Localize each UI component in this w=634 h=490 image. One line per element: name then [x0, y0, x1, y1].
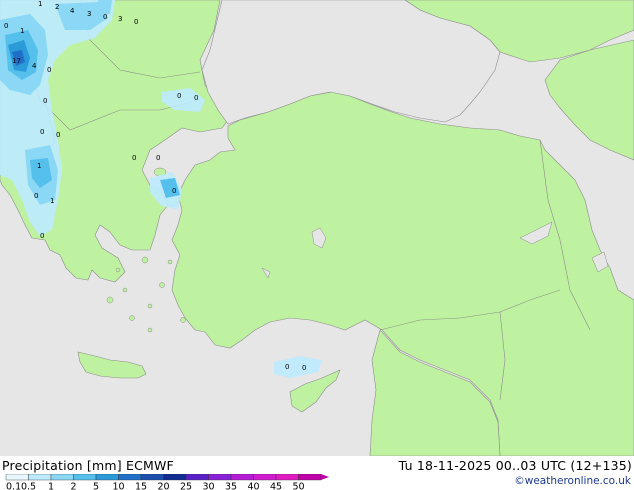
colorbar-swatch	[5, 474, 29, 481]
colorbar-swatch	[118, 474, 142, 481]
colorbar-swatch	[28, 474, 52, 481]
colorbar-swatch	[73, 474, 97, 481]
precip-value: 0	[134, 18, 138, 26]
colorbar-tick-label: 35	[225, 482, 237, 490]
precip-value: 0	[4, 22, 8, 30]
colorbar-swatch	[140, 474, 164, 481]
colorbar-ticks: 0.1 0.5 1 2 5 10 15 20 25 30 35 40 45 50	[6, 482, 305, 490]
precip-value: 0	[172, 187, 176, 195]
precip-value: 17	[12, 57, 21, 65]
precip-value: 1	[50, 197, 54, 205]
colorbar-tick-label: 0.1	[6, 482, 21, 490]
map-footer: Precipitation [mm] ECMWF Tu 18-11-2025 0…	[0, 456, 634, 490]
precip-value: 0	[156, 154, 160, 162]
colorbar-tick-label: 5	[93, 482, 99, 490]
colorbar-swatch	[253, 474, 277, 481]
colorbar-swatches	[5, 474, 329, 481]
colorbar-tick-label: 0.5	[21, 482, 36, 490]
precip-value: 0	[47, 66, 51, 74]
precip-value: 1	[37, 162, 41, 170]
colorbar-swatch	[275, 474, 299, 481]
precip-value: 0	[34, 192, 38, 200]
colorbar-tick-label: 10	[112, 482, 124, 490]
precip-value: 0	[302, 364, 306, 372]
precip-value: 0	[177, 92, 181, 100]
colorbar-tick-label: 30	[202, 482, 214, 490]
credit-link[interactable]: ©weatheronline.co.uk	[514, 475, 631, 487]
precip-value: 4	[70, 7, 75, 15]
colorbar-tick-label: 50	[292, 482, 304, 490]
precip-value: 1	[20, 27, 24, 35]
precip-value: 0	[103, 13, 107, 21]
precip-value: 2	[55, 3, 59, 11]
precip-value: 0	[43, 97, 47, 105]
colorbar-tick-label: 20	[157, 482, 169, 490]
precip-value: 1	[38, 0, 42, 8]
precip-medium	[98, 0, 112, 14]
precip-value: 3	[87, 10, 91, 18]
colorbar-tick-label: 2	[70, 482, 76, 490]
colorbar-swatch	[185, 474, 209, 481]
precip-value: 0	[56, 131, 60, 139]
precipitation-colorbar: 0.1 0.5 1 2 5 10 15 20 25 30 35 40 45 50	[5, 474, 329, 490]
precip-value: 3	[118, 15, 122, 23]
map-title: Precipitation [mm] ECMWF	[2, 458, 174, 473]
colorbar-tick-label: 1	[48, 482, 54, 490]
colorbar-swatch	[298, 474, 322, 481]
colorbar-swatch	[208, 474, 232, 481]
precip-value: 0	[194, 94, 198, 102]
precip-value: 0	[285, 363, 289, 371]
precip-value: 0	[132, 154, 136, 162]
forecast-datetime: Tu 18-11-2025 00..03 UTC (12+135)	[398, 458, 632, 473]
precip-value: 0	[40, 128, 44, 136]
colorbar-tick-label: 40	[247, 482, 259, 490]
colorbar-arrow	[321, 474, 329, 480]
colorbar-tick-label: 45	[270, 482, 282, 490]
colorbar-swatch	[230, 474, 254, 481]
colorbar-swatch	[50, 474, 74, 481]
colorbar-swatch	[95, 474, 119, 481]
precip-value: 4	[32, 62, 37, 70]
colorbar-tick-label: 15	[135, 482, 147, 490]
precipitation-map: 1 2 4 3 0 3 0 0 1 17 4 0 0 0 0 0 0 1 0 0…	[0, 0, 634, 456]
colorbar-tick-label: 25	[180, 482, 192, 490]
colorbar-swatch	[163, 474, 187, 481]
precip-value: 0	[40, 232, 44, 240]
